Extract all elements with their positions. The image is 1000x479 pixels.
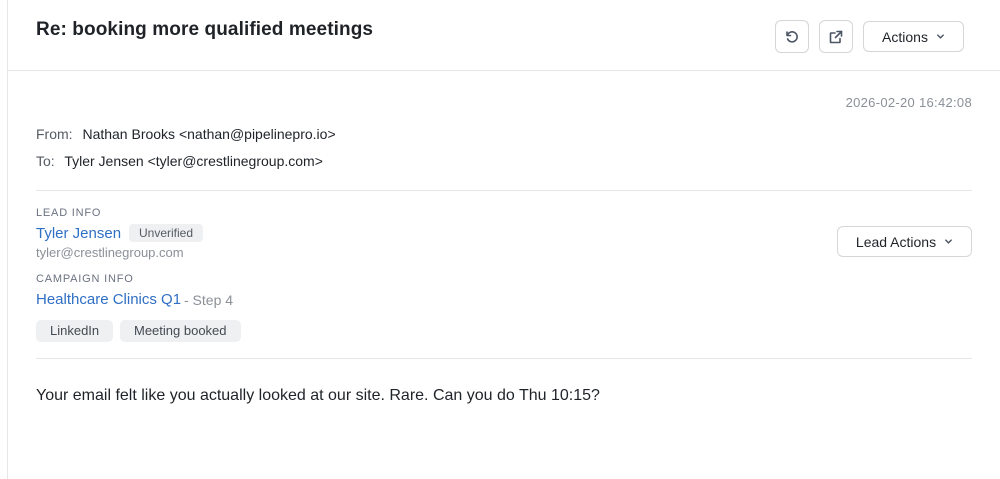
open-external-button[interactable] bbox=[819, 20, 853, 53]
lead-info-label: LEAD INFO bbox=[36, 207, 102, 219]
lead-email: tyler@crestlinegroup.com bbox=[36, 245, 184, 260]
left-divider bbox=[7, 0, 8, 479]
from-value: Nathan Brooks <nathan@pipelinepro.io> bbox=[82, 126, 336, 142]
chevron-down-icon bbox=[945, 239, 952, 244]
divider bbox=[36, 358, 972, 359]
verification-badge: Unverified bbox=[129, 224, 204, 242]
to-label: To: bbox=[36, 153, 55, 169]
undo-button[interactable] bbox=[775, 20, 809, 53]
from-row: From: Nathan Brooks <nathan@pipelinepro.… bbox=[36, 126, 336, 142]
divider bbox=[36, 190, 972, 191]
lead-name-link[interactable]: Tyler Jensen bbox=[36, 225, 121, 242]
external-link-icon bbox=[829, 30, 843, 43]
email-timestamp: 2026-02-20 16:42:08 bbox=[845, 95, 972, 110]
email-subject: Re: booking more qualified meetings bbox=[36, 19, 374, 40]
to-row: To: Tyler Jensen <tyler@crestlinegroup.c… bbox=[36, 153, 323, 169]
lead-actions-dropdown[interactable]: Lead Actions bbox=[837, 226, 972, 257]
tag-meeting-booked[interactable]: Meeting booked bbox=[120, 320, 241, 342]
campaign-name-link[interactable]: Healthcare Clinics Q1 bbox=[36, 291, 181, 308]
chevron-down-icon bbox=[937, 34, 944, 39]
to-value: Tyler Jensen <tyler@crestlinegroup.com> bbox=[64, 153, 323, 169]
tag-linkedin[interactable]: LinkedIn bbox=[36, 320, 114, 342]
campaign-step: - Step 4 bbox=[184, 292, 234, 308]
campaign-info-label: CAMPAIGN INFO bbox=[36, 273, 134, 285]
undo-icon bbox=[786, 30, 798, 43]
actions-dropdown[interactable]: Actions bbox=[863, 21, 964, 52]
email-body: Your email felt like you actually looked… bbox=[36, 387, 600, 404]
actions-label: Actions bbox=[882, 28, 928, 45]
lead-actions-label: Lead Actions bbox=[855, 233, 937, 250]
from-label: From: bbox=[36, 126, 73, 142]
